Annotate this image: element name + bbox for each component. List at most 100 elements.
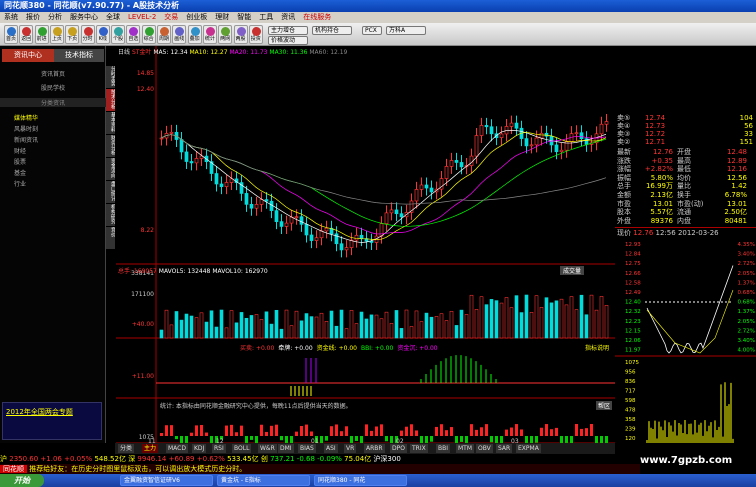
toolbar-button-16[interactable]: 投资 <box>248 25 263 44</box>
candle <box>279 221 284 227</box>
menu-item-3[interactable]: 服务中心 <box>70 13 98 21</box>
side-tab-4[interactable]: 资金流向 <box>106 158 115 180</box>
indicator-tab-16[interactable]: OBV <box>476 444 493 453</box>
banner-two-sessions[interactable]: 2012年全国两会专题 <box>2 402 102 440</box>
taskbar-window-1[interactable]: 黄金坑 - E指标 <box>217 475 310 486</box>
volume-bar <box>569 296 574 339</box>
sidebar-item-1[interactable]: 风暴时刻 <box>0 124 106 133</box>
toolbar-button-13[interactable]: 统计 <box>202 25 217 44</box>
indicator-tab-1[interactable]: 主力 <box>142 444 159 453</box>
pcx-chip[interactable]: PCX <box>362 26 382 35</box>
side-tab-6[interactable]: 机构研究 <box>106 204 115 226</box>
intraday-panel[interactable]: 现价 12.76 12:56 2012-03-26 12.93 12.84 12.7… <box>615 228 756 443</box>
kline-chart-area[interactable]: 14.8512.408.22338141171100+40.00+11.0010… <box>116 46 615 443</box>
ask-label: 卖③ <box>617 130 631 138</box>
menu-item-9[interactable]: 智能 <box>237 13 251 21</box>
toolbar-button-14[interactable]: 两网 <box>218 25 233 44</box>
main-force-chip[interactable]: 主力增仓 <box>268 26 308 35</box>
menu-item-6[interactable]: 交易 <box>164 13 178 21</box>
sidebar-item-5[interactable]: 基金 <box>0 168 106 177</box>
indicator-tab-15[interactable]: MTM <box>456 444 475 453</box>
toolbar-button-12[interactable]: 叠加 <box>187 25 202 44</box>
side-tab-3[interactable]: 财务分析 <box>106 135 115 157</box>
flow-bar <box>370 430 373 436</box>
menu-item-0[interactable]: 系统 <box>4 13 18 21</box>
volume-bar <box>544 297 549 339</box>
indicator-tab-18[interactable]: EXPMA <box>516 444 541 453</box>
toolbar-button-4[interactable]: 下页 <box>65 25 80 44</box>
menu-item-11[interactable]: 资讯 <box>281 13 295 21</box>
sidebar-item-2[interactable]: 新闻资讯 <box>0 135 106 144</box>
indicator-tab-6[interactable]: W&R <box>258 444 277 453</box>
flow-bar <box>275 424 278 436</box>
side-tab-2[interactable]: 基本资料 <box>106 112 115 134</box>
indicator-tab-0[interactable]: 分类 <box>118 444 135 453</box>
toolbar-button-0[interactable]: 首页 <box>4 25 18 44</box>
ticker-text[interactable]: 推荐给好友：在历史分时图里鼠标双击，可以调出放大模式历史分时。 <box>29 465 246 473</box>
volume-button[interactable]: 成交量 <box>560 266 585 275</box>
indicator-tab-10[interactable]: VR <box>344 444 357 453</box>
menu-item-4[interactable]: 全球 <box>106 13 120 21</box>
indicator-tab-9[interactable]: ASI <box>324 444 338 453</box>
indicator-tab-7[interactable]: DMI <box>278 444 294 453</box>
sidebar-item-4[interactable]: 股票 <box>0 157 106 166</box>
toolbar-button-label: 分时 <box>82 36 93 42</box>
side-tab-1[interactable]: 技术分析 <box>106 89 115 111</box>
taskbar-window-2[interactable]: 同花顺380 - 同花 <box>314 475 407 486</box>
indicator-tab-11[interactable]: ARBR <box>364 444 385 453</box>
sidebar-link-home[interactable]: 资讯首页 <box>0 69 106 78</box>
sidebar-item-0[interactable]: 媒体精华 <box>0 113 106 122</box>
banner-label[interactable]: 2012年全国两会专题 <box>6 407 73 417</box>
stock-chip[interactable]: 万科A <box>386 26 426 35</box>
indicator-tab-12[interactable]: DPO <box>390 444 407 453</box>
side-tab-5[interactable]: 盘口统计 <box>106 181 115 203</box>
candle <box>604 121 609 125</box>
toolbar-button-11[interactable]: 画线 <box>172 25 187 44</box>
indicator-help-button[interactable]: 指标说明 <box>585 343 609 352</box>
toolbar-button-9[interactable]: 综合 <box>141 25 156 44</box>
side-tab-7[interactable]: 竞价 <box>106 227 115 249</box>
indicator-tab-3[interactable]: KDJ <box>192 444 207 453</box>
taskbar-window-0[interactable]: 金翼融资智信证研V6 <box>120 475 213 486</box>
volume-bar <box>539 307 544 339</box>
sidebar-item-3[interactable]: 财经 <box>0 146 106 155</box>
menu-item-12[interactable]: 在线服务 <box>303 13 331 21</box>
side-tab-0[interactable]: 分时走势 <box>106 66 115 88</box>
institution-chip[interactable]: 机构持仓 <box>312 26 352 35</box>
flow-bar <box>590 424 593 436</box>
menu-item-8[interactable]: 理财 <box>215 13 229 21</box>
menu-item-7[interactable]: 创业板 <box>186 13 207 21</box>
tab-info-center[interactable]: 资讯中心 <box>2 49 54 62</box>
toolbar-button-3[interactable]: 上页 <box>49 25 64 44</box>
start-button[interactable]: 开始 <box>0 474 44 487</box>
menu-item-2[interactable]: 分析 <box>48 13 62 21</box>
toolbar-button-2[interactable]: 前进 <box>34 25 49 44</box>
price-chip[interactable]: 价格波动 <box>268 36 308 45</box>
indicator-tab-4[interactable]: RSI <box>212 444 226 453</box>
menu-item-5[interactable]: LEVEL-2 <box>128 13 156 21</box>
notice-button[interactable]: 帮区 <box>596 401 613 410</box>
toolbar-button-6[interactable]: K线 <box>95 25 110 44</box>
intraday-chart[interactable]: 12.93 12.84 12.75 12.66 12.58 12.49 12.40 12.32… <box>615 238 756 443</box>
flow-bar <box>325 436 328 441</box>
toolbar-button-8[interactable]: 自选 <box>126 25 141 44</box>
toolbar-button-10[interactable]: 周期 <box>157 25 171 44</box>
indicator-tab-13[interactable]: TRIX <box>410 444 428 453</box>
toolbar-button-15[interactable]: 两股 <box>233 25 248 44</box>
sidebar-link-school[interactable]: 股民学校 <box>0 83 106 92</box>
stat-value2: 12.16 <box>726 165 747 174</box>
tab-tech-indicator[interactable]: 技术指标 <box>54 49 104 62</box>
intraday-header: 现价 12.76 12:56 2012-03-26 <box>617 228 719 238</box>
sidebar-item-6[interactable]: 行业 <box>0 179 106 188</box>
toolbar-button-5[interactable]: 分时 <box>80 25 95 44</box>
intraday-right-tick: 3.40% <box>738 338 755 344</box>
indicator-tab-14[interactable]: BBI <box>436 444 451 453</box>
indicator-tab-2[interactable]: MACD <box>166 444 188 453</box>
toolbar-button-7[interactable]: 个股 <box>111 25 126 44</box>
indicator-tab-8[interactable]: BIAS <box>298 444 316 453</box>
indicator-tab-17[interactable]: SAR <box>496 444 513 453</box>
menu-item-1[interactable]: 报价 <box>26 13 40 21</box>
toolbar-button-1[interactable]: 返回 <box>19 25 34 44</box>
indicator-tab-5[interactable]: BOLL <box>232 444 252 453</box>
menu-item-10[interactable]: 工具 <box>259 13 273 21</box>
